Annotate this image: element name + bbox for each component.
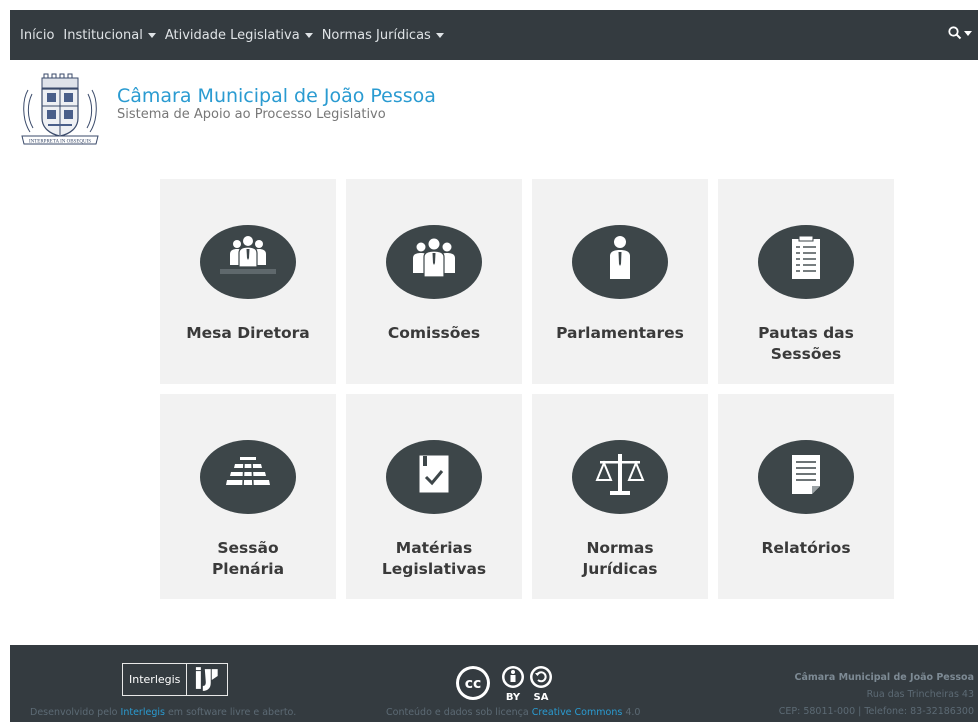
parlamentares-icon [572, 225, 668, 299]
nav-atividade-label: Atividade Legislativa [164, 27, 300, 43]
nav-inicio-label: Início [20, 27, 55, 43]
nav-normas-juridicas[interactable]: Normas Jurídicas [322, 28, 444, 43]
tile-label: Sessão Plenária [211, 539, 285, 578]
tile-comissoes[interactable]: Comissões [346, 179, 522, 384]
site-header: INTERPRETA IN OBSEQUIS Câmara Municipal … [18, 72, 436, 148]
comissoes-icon [386, 225, 482, 299]
nav-inicio[interactable]: Início [20, 28, 54, 43]
footer-dev-suffix: em software livre e aberto. [164, 707, 297, 718]
interlegis-mark-icon [196, 667, 219, 691]
footer-developer-note: Desenvolvido pelo Interlegis em software… [30, 707, 296, 718]
nav-normas-label: Normas Jurídicas [321, 27, 431, 43]
city-coat-of-arms-logo[interactable]: INTERPRETA IN OBSEQUIS [18, 72, 102, 148]
tile-materias-legislativas[interactable]: Matérias Legislativas [346, 394, 522, 599]
tile-pautas-sessoes[interactable]: Pautas das Sessões [718, 179, 894, 384]
interlegis-logo[interactable]: Interlegis [122, 663, 228, 696]
interlegis-logo-text: Interlegis [123, 664, 188, 695]
tile-label: Pautas das Sessões [758, 324, 854, 363]
relatorios-icon [758, 440, 854, 514]
tile-label: Matérias Legislativas [381, 539, 487, 578]
tile-label: Parlamentares [556, 324, 684, 342]
interlegis-link[interactable]: Interlegis [121, 707, 165, 718]
logo-motto: INTERPRETA IN OBSEQUIS [29, 140, 91, 145]
caret-down-icon [435, 33, 444, 38]
footer-address: Rua das Trincheiras 43 [866, 689, 974, 700]
footer-phone: CEP: 58011-000 | Telefone: 83-32186300 [778, 706, 974, 717]
creative-commons-license-badge[interactable]: cc BY SA [452, 663, 580, 705]
nav-institucional[interactable]: Institucional [63, 27, 156, 43]
tile-sessao-plenaria[interactable]: Sessão Plenária [160, 394, 336, 599]
sessao-plenaria-icon [200, 440, 296, 514]
tile-label: Mesa Diretora [186, 324, 310, 342]
caret-down-icon [147, 33, 156, 38]
site-title[interactable]: Câmara Municipal de João Pessoa [117, 85, 436, 107]
cc-by-label: BY [506, 692, 521, 703]
footer-contact: Câmara Municipal de João Pessoa Rua das … [779, 669, 974, 720]
svg-text:cc: cc [465, 676, 482, 692]
page-footer: Interlegis Desenvolvido pelo Interlegis … [10, 645, 978, 722]
footer-org-name: Câmara Municipal de João Pessoa [794, 672, 974, 683]
footer-dev-prefix: Desenvolvido pelo [30, 707, 121, 718]
caret-down-icon [304, 33, 313, 38]
site-subtitle: Sistema de Apoio ao Processo Legislativo [117, 107, 386, 122]
tile-label: Normas Jurídicas [582, 539, 658, 578]
materias-icon [386, 440, 482, 514]
main-menu-grid: Mesa Diretora Comissões Parlamentares Pa… [160, 179, 894, 599]
tile-normas-juridicas[interactable]: Normas Jurídicas [532, 394, 708, 599]
tile-relatorios[interactable]: Relatórios [718, 394, 894, 599]
normas-icon [572, 440, 668, 514]
mesa-diretora-icon [200, 225, 296, 299]
tile-mesa-diretora[interactable]: Mesa Diretora [160, 179, 336, 384]
pautas-icon [758, 225, 854, 299]
tile-parlamentares[interactable]: Parlamentares [532, 179, 708, 384]
creative-commons-link[interactable]: Creative Commons [532, 707, 623, 718]
tile-label: Comissões [387, 324, 481, 342]
nav-institucional-label: Institucional [63, 27, 143, 43]
footer-license-suffix: 4.0 [622, 707, 641, 718]
top-navbar: Início Institucional Atividade Legislati… [10, 10, 978, 60]
nav-atividade-legislativa[interactable]: Atividade Legislativa [165, 28, 313, 43]
search-toggle[interactable] [948, 26, 972, 40]
search-icon [948, 26, 962, 40]
footer-license-prefix: Conteúdo e dados sob licença [386, 707, 532, 718]
footer-license-note: Conteúdo e dados sob licença Creative Co… [386, 707, 640, 718]
caret-down-icon [964, 31, 972, 36]
tile-label: Relatórios [761, 539, 851, 557]
cc-sa-label: SA [534, 692, 549, 703]
